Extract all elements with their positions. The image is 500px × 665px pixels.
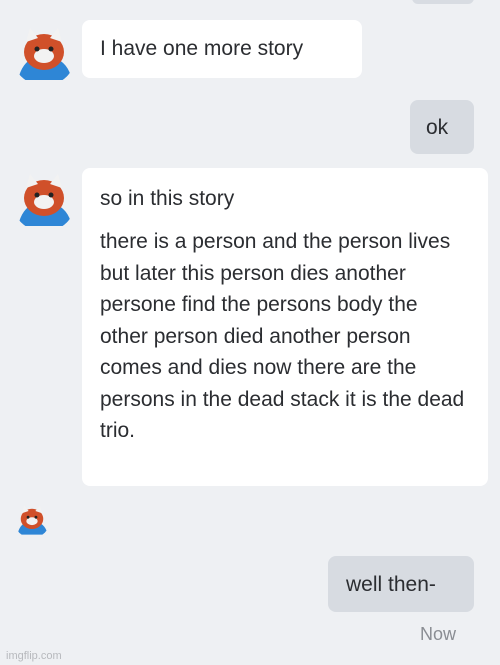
message-text: I have one more story: [100, 37, 304, 60]
message-text: ok: [426, 116, 449, 139]
message-text: there is a person and the person lives b…: [100, 230, 465, 443]
previous-outgoing-bubble: [412, 0, 474, 4]
message-text: so in this story: [100, 187, 235, 210]
incoming-message-bubble[interactable]: I have one more story: [82, 20, 362, 78]
watermark: imgflip.com: [6, 650, 62, 662]
sender-avatar-icon[interactable]: [12, 168, 76, 232]
outgoing-message-bubble[interactable]: well then-: [328, 556, 474, 612]
read-receipt-avatar-icon: [14, 502, 50, 538]
message-timestamp: Now: [419, 624, 456, 644]
sender-avatar-icon[interactable]: [12, 22, 76, 86]
outgoing-message-bubble[interactable]: ok: [410, 100, 474, 154]
incoming-message-bubble[interactable]: so in this story there is a person and t…: [82, 168, 488, 486]
message-text: well then-: [346, 573, 436, 596]
